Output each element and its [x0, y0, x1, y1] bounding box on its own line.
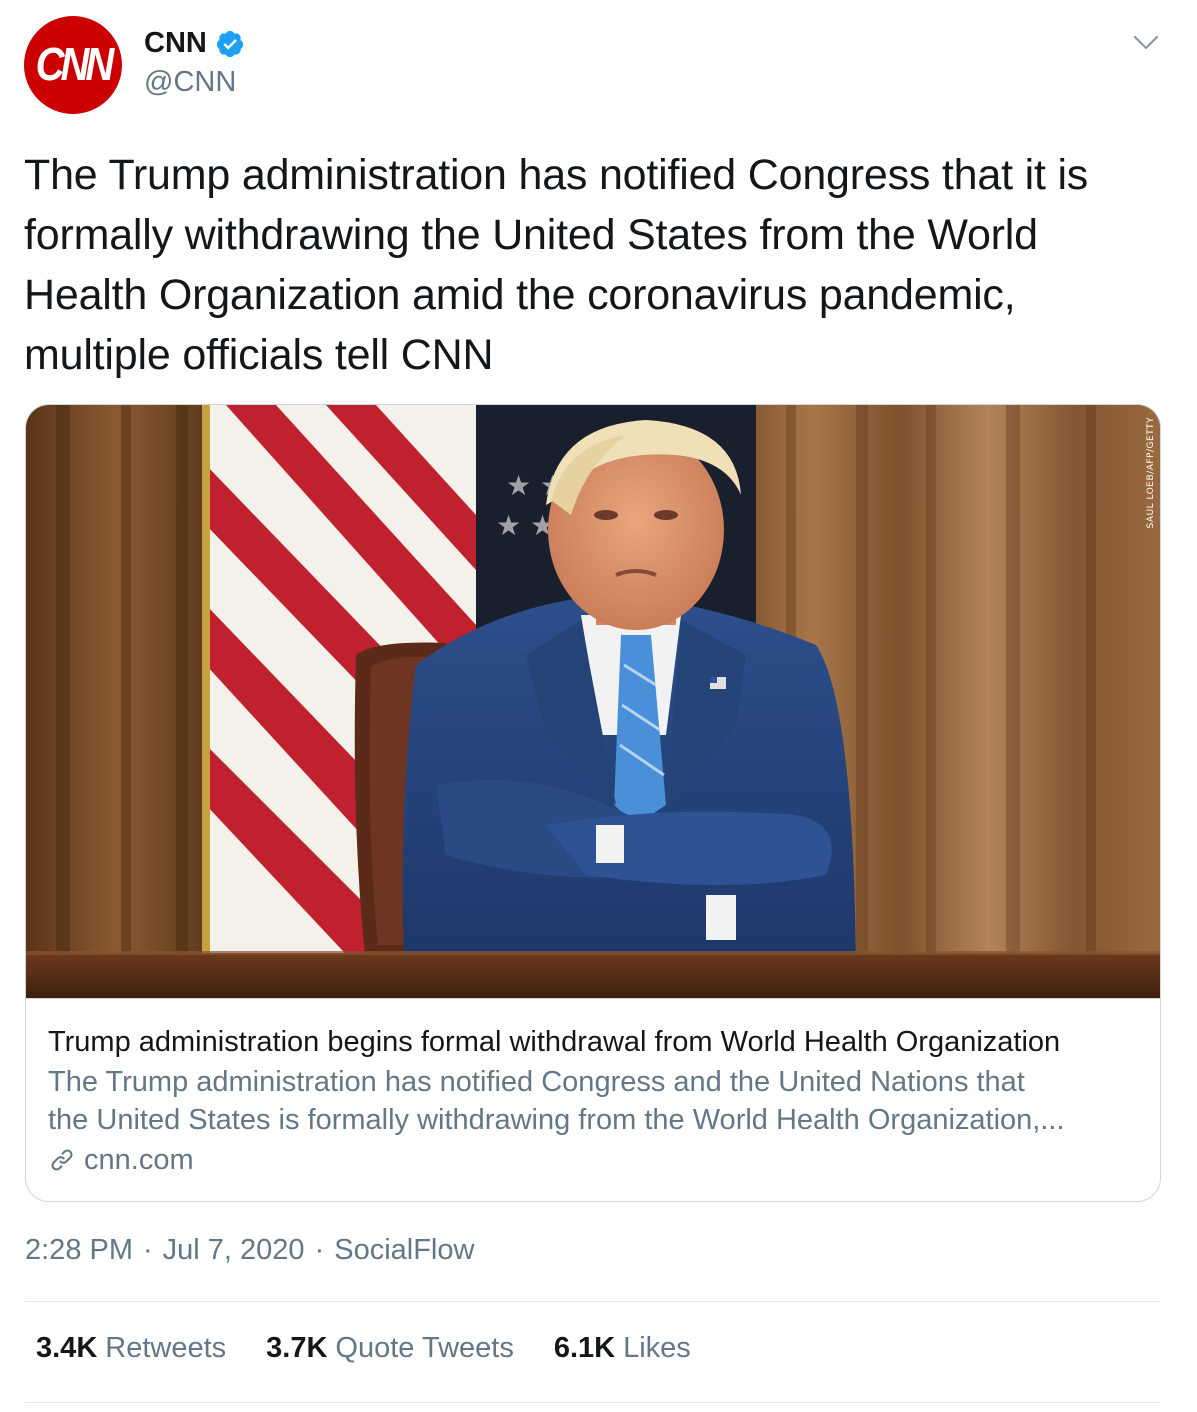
card-description-line: The Trump administration has notified Co… [48, 1066, 1025, 1098]
avatar[interactable]: CNN [24, 16, 122, 114]
meta-separator: · [314, 1234, 325, 1266]
author-name-row[interactable]: CNN [144, 27, 245, 60]
quote-tweets-label: Quote Tweets [335, 1332, 514, 1364]
display-name[interactable]: CNN [144, 27, 207, 60]
retweets-stat[interactable]: 3.4K Retweets [36, 1332, 226, 1365]
link-icon [51, 1149, 73, 1171]
meta-separator: · [143, 1234, 153, 1266]
retweets-label: Retweets [105, 1332, 227, 1364]
likes-label: Likes [623, 1332, 691, 1364]
card-description-line: the United States is formally withdrawin… [48, 1104, 1065, 1136]
tweet-source[interactable]: SocialFlow [334, 1234, 474, 1267]
tweet-meta: 2:28 PM · Jul 7, 2020 · SocialFlow [25, 1234, 474, 1267]
card-domain-row: cnn.com [48, 1141, 1148, 1179]
handle[interactable]: @CNN [144, 66, 236, 99]
card-image[interactable]: ★ ★ ★ ★ ★ SAUL LOEB/AFP/GETTY [26, 405, 1160, 999]
likes-count: 6.1K [553, 1332, 616, 1364]
divider [25, 1402, 1161, 1403]
quote-tweets-count: 3.7K [266, 1332, 328, 1364]
card-description: The Trump administration has notified Co… [48, 1063, 1148, 1139]
more-options-button[interactable] [1126, 26, 1166, 60]
avatar-logo-text: CNN [35, 39, 115, 90]
card-body[interactable]: Trump administration begins formal withd… [48, 1023, 1148, 1179]
engagement-stats: 3.4K Retweets 3.7K Quote Tweets 6.1K Lik… [36, 1332, 691, 1365]
card-photo: ★ ★ ★ ★ ★ [26, 405, 1160, 998]
link-card[interactable]: ★ ★ ★ ★ ★ SAUL LOEB/AFP/GETTY Trump admi… [25, 404, 1161, 1202]
chevron-down-icon [1133, 35, 1159, 50]
tweet-time[interactable]: 2:28 PM [25, 1234, 133, 1267]
tweet-text: The Trump administration has notified Co… [24, 151, 1089, 379]
tweet-date[interactable]: Jul 7, 2020 [163, 1234, 305, 1267]
likes-stat[interactable]: 6.1K Likes [554, 1332, 691, 1365]
divider [25, 1301, 1161, 1302]
photo-credit: SAUL LOEB/AFP/GETTY [1146, 417, 1156, 529]
card-title: Trump administration begins formal withd… [48, 1026, 1061, 1058]
tweet: CNN CNN @CNN The Trump administration ha… [0, 0, 1197, 1412]
card-domain: cnn.com [84, 1144, 194, 1176]
retweets-count: 3.4K [36, 1332, 98, 1364]
verified-badge-icon [216, 30, 243, 57]
quote-tweets-stat[interactable]: 3.7K Quote Tweets [266, 1332, 514, 1365]
